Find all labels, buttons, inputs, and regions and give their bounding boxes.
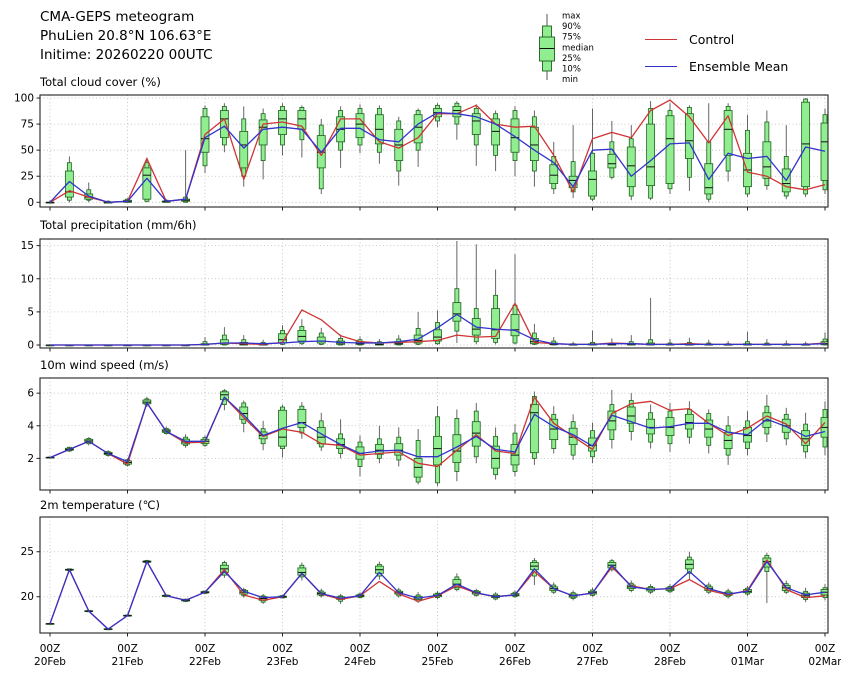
svg-text:00Z: 00Z	[660, 643, 681, 655]
svg-text:0: 0	[27, 197, 34, 209]
meteogram-chart: 0255075100051015246202500Z20Feb00Z21Feb0…	[14, 12, 841, 669]
temp-panel: 2025	[21, 516, 829, 637]
svg-text:00Z: 00Z	[582, 643, 603, 655]
svg-text:15: 15	[21, 240, 34, 252]
svg-text:00Z: 00Z	[815, 643, 836, 655]
svg-text:20: 20	[21, 591, 34, 603]
box-whisker-layer	[45, 389, 828, 487]
boxplot-legend-label: 75%	[562, 33, 581, 43]
cloud-panel: 0 25 50 75 100	[14, 93, 829, 211]
svg-text:26Feb: 26Feb	[499, 656, 531, 668]
meteogram-page: CMA-GEPS meteogram PhuLien 20.8°N 106.63…	[0, 0, 841, 680]
svg-text:02Mar: 02Mar	[808, 656, 841, 668]
svg-text:00Z: 00Z	[272, 643, 293, 655]
svg-text:0: 0	[27, 340, 34, 352]
svg-text:25: 25	[21, 546, 34, 558]
svg-text:50: 50	[21, 145, 34, 157]
svg-text:4: 4	[27, 420, 34, 432]
svg-text:20Feb: 20Feb	[34, 656, 66, 668]
svg-text:00Z: 00Z	[195, 643, 216, 655]
svg-text:21Feb: 21Feb	[112, 656, 144, 668]
boxplot-legend-label: 25%	[562, 54, 581, 64]
boxplot-legend: max90%75%median25%10%min	[539, 12, 594, 85]
grid-lines	[40, 517, 828, 633]
svg-text:00Z: 00Z	[737, 643, 758, 655]
svg-text:75: 75	[21, 119, 34, 131]
boxplot-legend-label: 10%	[562, 65, 581, 75]
svg-text:25: 25	[21, 171, 34, 183]
svg-text:27Feb: 27Feb	[577, 656, 609, 668]
svg-text:22Feb: 22Feb	[189, 656, 221, 668]
svg-text:01Mar: 01Mar	[731, 656, 765, 668]
svg-text:6: 6	[27, 388, 34, 400]
axis-ticks: 2025	[21, 546, 826, 637]
svg-text:00Z: 00Z	[40, 643, 61, 655]
svg-text:00Z: 00Z	[505, 643, 526, 655]
svg-text:00Z: 00Z	[427, 643, 448, 655]
boxplot-legend-label: 90%	[562, 22, 581, 32]
svg-text:24Feb: 24Feb	[344, 656, 376, 668]
svg-text:100: 100	[14, 93, 34, 105]
svg-text:2: 2	[27, 453, 34, 465]
svg-text:28Feb: 28Feb	[654, 656, 686, 668]
axis-ticks: 0 5 10 15	[21, 240, 826, 352]
x-axis-labels: 00Z20Feb00Z21Feb00Z22Feb00Z23Feb00Z24Feb…	[34, 643, 841, 668]
boxplot-legend-label: median	[562, 43, 594, 53]
wind-panel: 2 4 6	[27, 377, 829, 494]
svg-text:5: 5	[27, 306, 34, 318]
boxplot-legend-label: min	[562, 75, 578, 85]
svg-text:10: 10	[21, 273, 34, 285]
svg-text:00Z: 00Z	[350, 643, 371, 655]
svg-text:00Z: 00Z	[117, 643, 138, 655]
svg-text:23Feb: 23Feb	[267, 656, 299, 668]
boxplot-legend-label: max	[562, 12, 581, 22]
precip-panel: 0 5 10 15	[21, 238, 829, 352]
svg-text:25Feb: 25Feb	[422, 656, 454, 668]
